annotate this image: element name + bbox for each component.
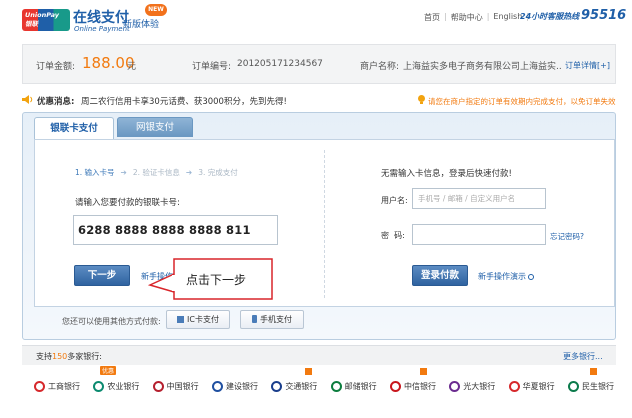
next-step-button[interactable]: 下一步 (74, 265, 130, 286)
more-banks-link[interactable]: 更多银行... (563, 351, 603, 362)
callout-text: 点击下一步 (186, 273, 247, 287)
order-number-label: 订单编号: (192, 62, 232, 72)
bank-item[interactable]: 中信银行 (389, 379, 436, 393)
username-input[interactable]: 手机号 / 邮箱 / 自定义用户名 (412, 188, 546, 209)
password-input[interactable] (412, 224, 546, 245)
bank-name: 工商银行 (48, 381, 80, 391)
login-pay-button[interactable]: 登录付款 (412, 265, 468, 286)
merchant-label: 商户名称: (360, 62, 400, 72)
brand-title: 在线支付 (73, 10, 129, 26)
bank-item[interactable]: 农业银行 (93, 379, 139, 393)
bank-item[interactable]: 光大银行 (449, 379, 495, 393)
bulb-icon (417, 95, 426, 104)
amount-label: 订单金额: (36, 62, 76, 72)
forgot-password-link[interactable]: 忘记密码? (550, 231, 584, 242)
mobile-pay-button[interactable]: 手机支付 (240, 310, 304, 329)
promo-marker (305, 368, 312, 375)
nav-home[interactable]: 首页 (424, 12, 440, 23)
bank-name: 华夏银行 (522, 381, 555, 391)
bank-name: 中国银行 (166, 381, 199, 391)
bank-item[interactable]: 建设银行 (211, 379, 258, 393)
bank-name: 中信银行 (403, 381, 436, 391)
ic-card-button[interactable]: IC卡支付 (166, 310, 230, 329)
mobile-pay-label: 手机支付 (260, 315, 292, 324)
bank-support-count: 150 (52, 352, 68, 361)
expiry-warning: 请您在商户指定的订单有效期内完成支付，以免订单失效 (428, 97, 616, 106)
bank-item[interactable]: 华夏银行 (508, 379, 555, 393)
order-number: 20120517123456​7 (237, 59, 323, 69)
step-indicator: 1. 输入卡号 ➔ 2. 验证卡信息 ➔ 3. 完成支付 (75, 167, 238, 178)
username-placeholder: 手机号 / 邮箱 / 自定义用户名 (418, 194, 516, 203)
bank-logo-icon (508, 380, 520, 392)
order-detail-link[interactable]: 订单详情[+] (565, 60, 610, 71)
tab-online-banking[interactable]: 网银支付 (117, 117, 193, 137)
bank-support-post: 多家银行: (67, 352, 102, 361)
bank-support-text: 支持150多家银行: (36, 351, 102, 362)
promo-marker (420, 368, 427, 375)
bank-name: 交通银行 (285, 381, 318, 391)
arrow-right-icon: ➔ (185, 168, 193, 177)
other-methods-label: 您还可以使用其他方式付款: (62, 317, 161, 326)
bank-item[interactable]: 工商银行 (34, 379, 80, 393)
bank-logo-icon (567, 380, 579, 392)
hotline-label: 24小时客服热线 (520, 12, 580, 21)
bank-name: 邮储银行 (344, 381, 377, 391)
nav-divider: | (486, 12, 490, 21)
unionpay-logo: UnionPay 银联 (22, 9, 70, 31)
play-icon (528, 273, 534, 280)
bank-logo-icon (330, 380, 342, 392)
column-divider (324, 150, 325, 298)
bank-item[interactable]: 中国银行 (152, 379, 199, 393)
bank-item[interactable]: 民生银行 (567, 379, 614, 393)
bank-logo-icon (93, 380, 105, 392)
step-1: 1. 输入卡号 (75, 168, 115, 177)
bank-name: 农业银行 (107, 381, 140, 391)
promo-badge: 优惠 (100, 366, 117, 375)
mobile-icon (252, 315, 257, 323)
new-badge: NEW (145, 4, 167, 16)
bank-item[interactable]: 邮储银行 (330, 379, 377, 393)
bank-name: 民生银行 (581, 381, 614, 391)
bank-support-pre: 支持 (36, 352, 52, 361)
password-label: 密 码: (381, 231, 405, 240)
bank-name: 建设银行 (225, 381, 258, 391)
bank-item[interactable]: 交通银行 (271, 379, 317, 393)
nav-divider: | (444, 12, 447, 21)
bank-logo-icon (211, 380, 223, 392)
nav-english[interactable]: English (493, 12, 522, 23)
step-3: 3. 完成支付 (198, 168, 238, 177)
banks-header-bar (22, 345, 616, 365)
bank-logo-icon (152, 380, 164, 392)
bank-logo-icon (34, 380, 45, 392)
notice-label: 优惠消息: (37, 97, 75, 107)
nav-help[interactable]: 帮助中心 (451, 12, 483, 23)
bank-logo-icon (271, 380, 283, 392)
bank-list: 工商银行 农业银行 中国银行 建设银行 交通银行 邮储银行 中信银行 光大银行 华夏银行 民生银行 (34, 379, 614, 393)
notice-text: 周二农行信用卡享30元话费、获3000积分，先到先得! (81, 97, 287, 107)
brand-subtitle: Online Payment (74, 25, 130, 33)
speaker-icon (22, 95, 34, 104)
card-number-input[interactable]: 6288 8888 8888 8888 811 (73, 215, 278, 245)
bank-logo-icon (449, 380, 461, 392)
step-2: 2. 验证卡信息 (132, 168, 180, 177)
merchant-name: 上海益实多电子商务有限公司上海益实... (403, 62, 561, 72)
tab-unionpay-card[interactable]: 银联卡支付 (34, 117, 114, 139)
amount-unit: 元 (127, 62, 137, 72)
promo-marker (590, 368, 597, 375)
new-version-link[interactable]: 新版体验 (123, 17, 159, 30)
ic-card-label: IC卡支付 (187, 315, 219, 324)
top-nav: 首页 | 帮助中心 | English | (424, 12, 529, 23)
card-prompt: 请输入您要付款的银联卡号: (75, 198, 180, 208)
ic-card-icon (177, 316, 185, 323)
hotline-number: 95516 (581, 8, 627, 23)
bank-logo-icon (389, 380, 401, 392)
login-guide-label: 新手操作演示 (478, 272, 526, 281)
bank-name: 光大银行 (463, 381, 496, 391)
login-guide-link[interactable]: 新手操作演示 (478, 271, 534, 282)
username-label: 用户名: (381, 196, 408, 205)
arrow-right-icon: ➔ (120, 168, 127, 177)
login-intro: 无需输入卡信息，登录后快速付款! (381, 169, 512, 179)
